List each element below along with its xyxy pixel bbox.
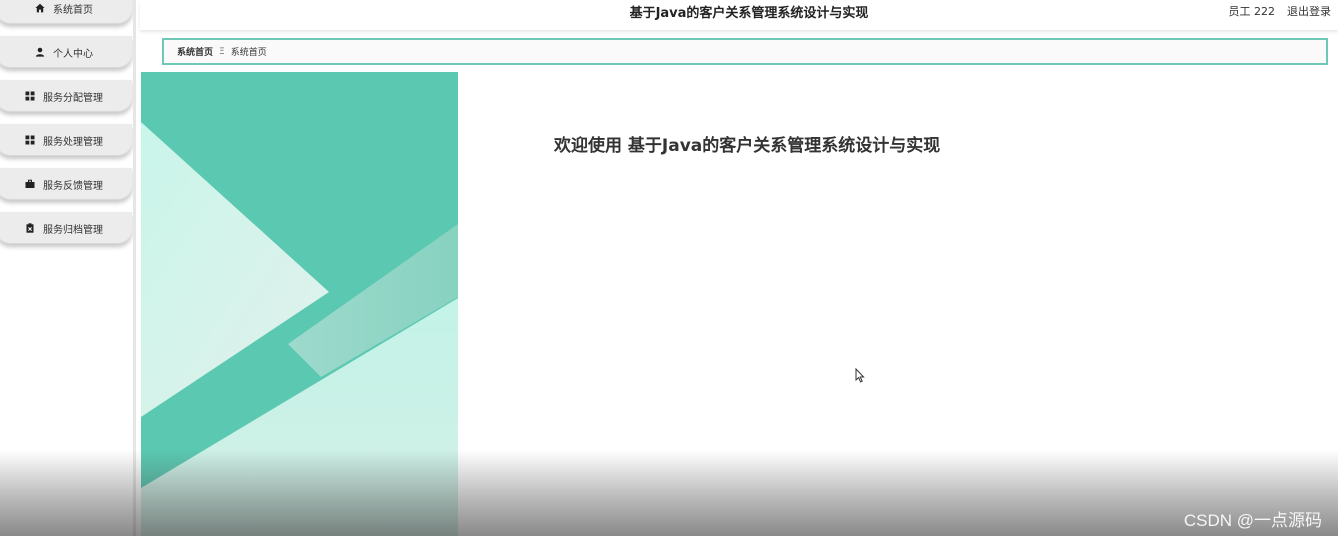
sidebar-item-label: 个人中心 [53,48,93,60]
sidebar-item-label: 服务处理管理 [43,136,103,148]
sidebar-item-personal-center[interactable]: 个人中心 [0,36,132,68]
breadcrumb: 系统首页 Ξ 系统首页 [162,38,1328,65]
breadcrumb-current: 系统首页 [230,48,267,58]
grid-icon [25,91,35,101]
grid-icon [25,135,35,145]
sidebar-item-label: 服务归档管理 [43,224,103,236]
sidebar-item-home[interactable]: 系统首页 [0,0,132,24]
sidebar-item-service-processing[interactable]: 服务处理管理 [0,124,132,156]
top-header: 基于Java的客户关系管理系统设计与实现 员工 222 退出登录 [140,0,1338,30]
clipboard-icon [25,223,35,233]
mouse-cursor-icon [855,367,865,387]
current-user: 员工 222 [1228,5,1276,18]
sidebar-item-service-feedback[interactable]: 服务反馈管理 [0,168,132,200]
sidebar-item-label: 系统首页 [53,4,93,16]
sidebar-item-service-archive[interactable]: 服务归档管理 [0,212,132,244]
sidebar-item-service-assignment[interactable]: 服务分配管理 [0,80,132,112]
watermark-text: CSDN @一点源码 [1183,511,1322,530]
sidebar-item-label: 服务分配管理 [43,92,103,104]
user-icon [35,47,45,57]
home-icon [35,3,45,13]
app-window: 系统首页 个人中心 服务分配管理 服务处理管理 服务反馈管理 服务归档管理 基于… [0,0,1338,536]
app-title: 基于Java的客户关系管理系统设计与实现 [629,6,869,21]
breadcrumb-home-link[interactable]: 系统首页 [177,45,213,58]
welcome-message: 欢迎使用 基于Java的客户关系管理系统设计与实现 [554,136,941,156]
bottom-shadow-overlay [0,450,1338,536]
sidebar-item-label: 服务反馈管理 [43,180,103,192]
briefcase-icon [25,179,35,189]
breadcrumb-separator-icon: Ξ [219,46,225,57]
logout-link[interactable]: 退出登录 [1287,3,1331,19]
